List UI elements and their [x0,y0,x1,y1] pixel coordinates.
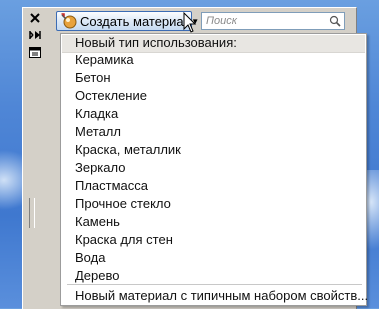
material-sphere-icon [61,13,77,29]
search-input[interactable]: Поиск [201,12,345,30]
menu-item-metallic-paint[interactable]: Краска, металлик [75,141,181,159]
autohide-icon[interactable] [28,29,42,41]
menu-item-new-generic-material[interactable]: Новый материал с типичным набором свойст… [75,287,368,305]
create-material-dropdown-menu: Новый тип использования: Керамика Бетон … [60,33,368,306]
menu-separator [67,284,362,285]
menu-item-metal[interactable]: Металл [75,123,121,141]
resize-grip[interactable] [29,198,35,228]
create-material-button[interactable]: Создать материал ▼ [56,11,199,31]
menu-item-wall-paint[interactable]: Краска для стен [75,231,173,249]
menu-item-water[interactable]: Вода [75,249,105,267]
menu-item-ceramic[interactable]: Керамика [75,51,134,69]
properties-icon[interactable] [28,46,42,58]
palette-titlebar[interactable] [23,8,47,309]
menu-header-label: Новый тип использования: [75,35,237,50]
mouse-cursor-icon [183,11,197,34]
menu-item-stone[interactable]: Камень [75,213,120,231]
close-icon[interactable] [28,12,42,24]
menu-item-wood[interactable]: Дерево [75,267,119,285]
menu-item-solid-glass[interactable]: Прочное стекло [75,195,171,213]
search-placeholder: Поиск [206,15,237,27]
create-material-label: Создать материал [80,13,192,29]
menu-item-mirror[interactable]: Зеркало [75,159,125,177]
menu-item-glazing[interactable]: Остекление [75,87,147,105]
menu-item-concrete[interactable]: Бетон [75,69,111,87]
search-icon[interactable] [329,15,341,27]
menu-item-plastic[interactable]: Пластмасса [75,177,148,195]
palette-toolbar: Создать материал ▼ Поиск [50,11,350,33]
menu-item-masonry[interactable]: Кладка [75,105,118,123]
